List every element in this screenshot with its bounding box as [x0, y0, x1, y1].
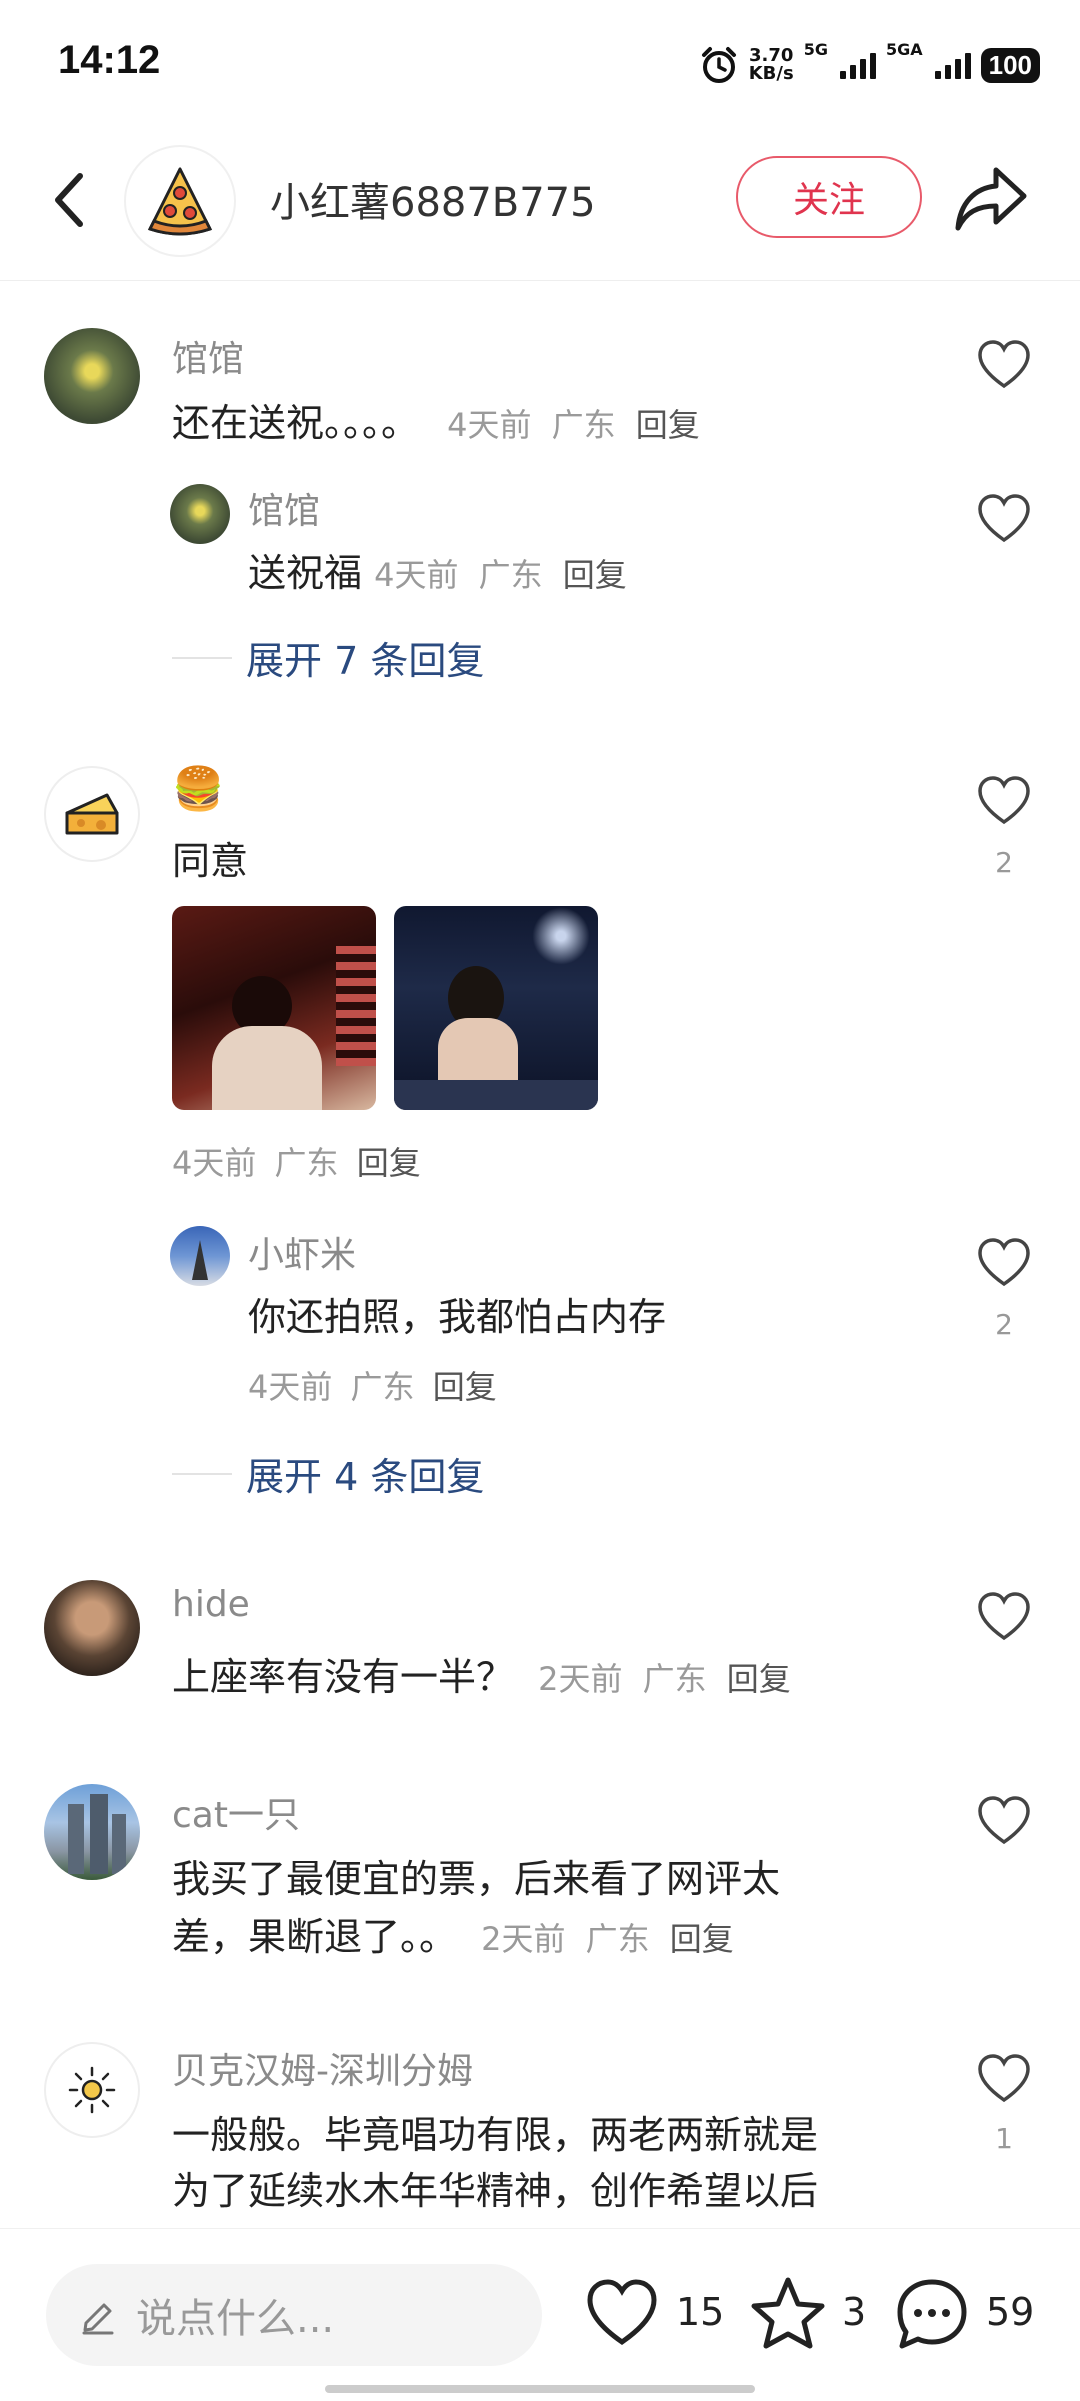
- comment-meta: 4天前 广东 回复: [172, 1138, 421, 1184]
- comment-text: 还在送祝。。。。: [172, 401, 420, 445]
- avatar[interactable]: [44, 328, 140, 424]
- cheese-icon: [65, 793, 119, 835]
- comment-input[interactable]: 说点什么...: [46, 2264, 542, 2366]
- comment-username[interactable]: hide: [172, 1584, 250, 1625]
- expand-replies-button[interactable]: 展开 4 条回复: [172, 1446, 484, 1501]
- avatar[interactable]: [44, 2042, 140, 2138]
- avatar[interactable]: [44, 1580, 140, 1676]
- comment-location: 广东: [274, 1144, 339, 1182]
- follow-button[interactable]: 关注: [736, 156, 922, 238]
- net-speed: 3.70 KB/s: [749, 47, 794, 83]
- like-count: 1: [995, 2122, 1013, 2155]
- share-icon[interactable]: [952, 160, 1032, 236]
- comment-text-line2: 差，果断退了。。: [172, 1915, 458, 1959]
- reply-time: 4天前: [248, 1368, 333, 1406]
- net-speed-unit: KB/s: [748, 63, 794, 84]
- reply-button[interactable]: 回复: [357, 1144, 421, 1182]
- sim2-label: 5GA: [885, 40, 923, 59]
- sun-icon: [68, 2066, 116, 2114]
- avatar[interactable]: [170, 484, 230, 544]
- pizza-icon: [147, 167, 213, 236]
- like-count: 2: [995, 1308, 1013, 1341]
- signal-icon-2: [934, 51, 971, 79]
- reply-button[interactable]: 回复: [670, 1920, 734, 1958]
- reply-text: 送祝福: [248, 551, 363, 595]
- comment-text: 同意: [172, 839, 249, 883]
- author-avatar[interactable]: [124, 145, 236, 257]
- avatar[interactable]: [170, 1226, 230, 1286]
- comment-username[interactable]: cat一只: [172, 1786, 300, 1838]
- reply-button[interactable]: 回复: [727, 1660, 791, 1698]
- comment-photo[interactable]: [172, 906, 376, 1110]
- comment-text-line1: 我买了最便宜的票，后来看了网评太: [172, 1857, 781, 1901]
- expand-replies-button[interactable]: 展开 7 条回复: [172, 630, 484, 685]
- reply-button[interactable]: 回复: [433, 1368, 497, 1406]
- comment-icon[interactable]: [892, 2274, 972, 2354]
- comment-text-line1: 一般般。毕竟唱功有限，两老两新就是: [172, 2113, 819, 2157]
- comment-input-placeholder: 说点什么...: [136, 2296, 335, 2342]
- pencil-icon: [82, 2303, 114, 2335]
- signal-icon: [839, 51, 876, 79]
- reply-location: 广东: [478, 556, 543, 594]
- like-heart-icon[interactable]: [582, 2274, 662, 2354]
- reply-row: 送祝福 4天前 广东 回复: [248, 544, 627, 604]
- comment-row: 上座率有没有一半？ 2天前 广东 回复: [172, 1648, 791, 1708]
- comment-text-line2: 为了延续水木年华精神，创作希望以后: [172, 2169, 819, 2213]
- comment-count: 59: [986, 2290, 1035, 2334]
- heart-icon[interactable]: [974, 336, 1034, 396]
- avatar[interactable]: [44, 766, 140, 862]
- star-icon[interactable]: [748, 2274, 828, 2354]
- comment-photo[interactable]: [394, 906, 598, 1110]
- heart-icon[interactable]: [974, 1588, 1034, 1648]
- comment-time: 2天前: [481, 1920, 566, 1958]
- status-icons: 3.70 KB/s 5G 5GA 100: [699, 40, 1040, 90]
- heart-icon[interactable]: [974, 1234, 1034, 1294]
- comment-time: 4天前: [172, 1144, 257, 1182]
- expand-label: 展开 4 条回复: [246, 1455, 485, 1499]
- star-count: 3: [842, 2290, 867, 2334]
- heart-icon[interactable]: [974, 490, 1034, 550]
- reply-button[interactable]: 回复: [636, 406, 700, 444]
- reply-button[interactable]: 回复: [563, 556, 627, 594]
- comment-text: 上座率有没有一半？: [172, 1655, 515, 1699]
- comment-location: 广东: [551, 406, 616, 444]
- comment-username[interactable]: 贝克汉姆-深圳分姆: [172, 2042, 473, 2094]
- comment-location: 广东: [585, 1920, 650, 1958]
- expand-label: 展开 7 条回复: [246, 639, 485, 683]
- comment-time: 4天前: [447, 406, 532, 444]
- comment-row: 还在送祝。。。。 4天前 广东 回复: [172, 394, 700, 454]
- like-count: 2: [995, 846, 1013, 879]
- author-name[interactable]: 小红薯6887B775: [270, 170, 596, 228]
- status-time: 14:12: [58, 38, 161, 82]
- comment-username[interactable]: 馆馆: [172, 330, 244, 382]
- reply-text: 你还拍照，我都怕占内存: [248, 1295, 667, 1339]
- comment-location: 广东: [642, 1660, 707, 1698]
- reply-location: 广东: [350, 1368, 415, 1406]
- comment-row: 差，果断退了。。 2天前 广东 回复: [172, 1908, 734, 1968]
- comment-username-emoji[interactable]: 🍔: [172, 764, 224, 814]
- avatar[interactable]: [44, 1784, 140, 1880]
- heart-icon[interactable]: [974, 1792, 1034, 1852]
- home-indicator[interactable]: [325, 2385, 755, 2393]
- divider: [172, 1472, 232, 1475]
- heart-icon[interactable]: [974, 772, 1034, 832]
- battery-icon: 100: [980, 47, 1040, 83]
- status-bar: 14:12 3.70 KB/s 5G 5GA 100: [0, 0, 1080, 130]
- comment-time: 2天前: [538, 1660, 623, 1698]
- divider: [172, 656, 232, 659]
- back-arrow-icon[interactable]: [40, 160, 100, 240]
- reply-meta: 4天前 广东 回复: [248, 1362, 497, 1408]
- reply-time: 4天前: [374, 556, 459, 594]
- alarm-icon: [701, 47, 736, 83]
- like-count: 15: [676, 2290, 725, 2334]
- heart-icon[interactable]: [974, 2050, 1034, 2110]
- sim1-label: 5G: [803, 40, 828, 59]
- reply-username[interactable]: 小虾米: [248, 1226, 356, 1278]
- reply-username[interactable]: 馆馆: [248, 482, 320, 534]
